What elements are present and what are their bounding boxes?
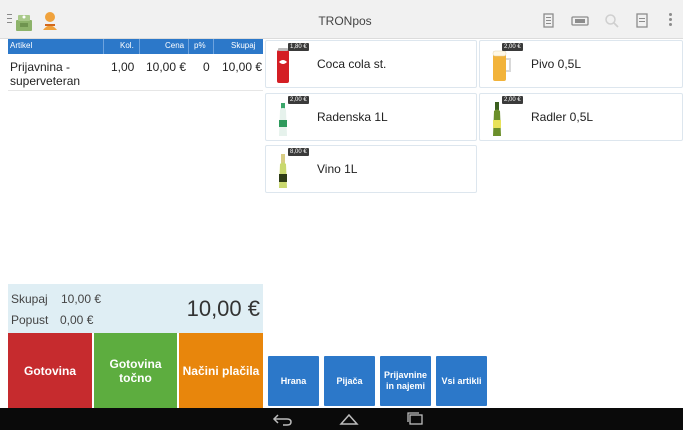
product-name: Radler 0,5L bbox=[531, 110, 594, 124]
app-logo-icon[interactable] bbox=[13, 11, 35, 33]
grand-total: 10,00 € bbox=[186, 296, 260, 321]
price-badge: 8,00 € bbox=[288, 148, 309, 156]
row-price: 10,00 € bbox=[146, 60, 187, 74]
category-pijaca[interactable]: Pijača bbox=[324, 356, 375, 406]
category-vsi-artikli[interactable]: Vsi artikli bbox=[436, 356, 487, 406]
column-header-total: Skupaj bbox=[231, 41, 256, 50]
payment-methods-button[interactable]: Načini plačila bbox=[179, 333, 263, 408]
discount-value: 0,00 € bbox=[60, 313, 94, 327]
overflow-menu-icon[interactable] bbox=[669, 13, 673, 27]
discount-label: Popust bbox=[11, 313, 49, 327]
column-header-discount: p% bbox=[194, 41, 206, 50]
product-name: Coca cola st. bbox=[317, 57, 387, 71]
cash-exact-button[interactable]: Gotovina točno bbox=[94, 333, 177, 408]
radler-bottle-icon bbox=[493, 102, 501, 136]
row-total: 10,00 € bbox=[222, 60, 263, 74]
order-table-header: Artikel Kol. Cena p% Skupaj bbox=[8, 39, 263, 54]
totals-panel: Skupaj 10,00 € Popust 0,00 € 10,00 € bbox=[8, 284, 263, 333]
column-header-qty: Kol. bbox=[120, 41, 134, 50]
column-divider bbox=[139, 39, 140, 54]
column-divider bbox=[213, 39, 214, 54]
recent-apps-icon[interactable] bbox=[405, 412, 425, 426]
product-name: Vino 1L bbox=[317, 162, 358, 176]
row-qty: 1,00 bbox=[111, 60, 135, 74]
user-icon[interactable] bbox=[42, 11, 58, 31]
drawer-grip-icon[interactable] bbox=[7, 14, 12, 25]
document-icon[interactable] bbox=[541, 13, 557, 29]
cola-can-icon bbox=[277, 48, 289, 83]
product-card-vino[interactable]: 8,00 € Vino 1L bbox=[265, 145, 477, 193]
sum-label: Skupaj bbox=[11, 292, 48, 306]
column-divider bbox=[103, 39, 104, 54]
price-badge: 2,00 € bbox=[502, 43, 523, 51]
wine-bottle-icon bbox=[279, 154, 287, 188]
product-card-pivo[interactable]: 2,00 € Pivo 0,5L bbox=[479, 40, 683, 88]
product-card-radenska[interactable]: 2,00 € Radenska 1L bbox=[265, 93, 477, 141]
column-header-item: Artikel bbox=[10, 41, 33, 50]
category-hrana[interactable]: Hrana bbox=[268, 356, 319, 406]
beer-mug-icon bbox=[492, 50, 511, 81]
product-name: Pivo 0,5L bbox=[531, 57, 582, 71]
order-panel: Artikel Kol. Cena p% Skupaj Prijavnina -… bbox=[8, 39, 263, 408]
column-header-price: Cena bbox=[165, 41, 185, 50]
row-discount: 0 bbox=[203, 60, 210, 74]
back-icon[interactable] bbox=[271, 412, 293, 426]
system-nav-bar bbox=[0, 408, 683, 430]
home-icon[interactable] bbox=[338, 412, 360, 426]
price-badge: 2,00 € bbox=[502, 96, 523, 104]
row-item-name: Prijavnina - superveteran bbox=[10, 60, 81, 88]
product-name: Radenska 1L bbox=[317, 110, 388, 124]
product-card-radler[interactable]: 2,00 € Radler 0,5L bbox=[479, 93, 683, 141]
app-title: TRONpos bbox=[318, 14, 372, 28]
water-bottle-icon bbox=[279, 103, 287, 136]
table-row[interactable]: Prijavnina - superveteran 1,00 10,00 € 0… bbox=[8, 55, 263, 91]
product-grid: 1,80 € Coca cola st. 2,00 € Pivo 0,5L 2,… bbox=[263, 39, 683, 408]
search-icon[interactable] bbox=[604, 13, 620, 29]
product-card-coca-cola[interactable]: 1,80 € Coca cola st. bbox=[265, 40, 477, 88]
price-badge: 2,00 € bbox=[288, 96, 309, 104]
cash-drawer-icon[interactable] bbox=[571, 13, 589, 29]
price-badge: 1,80 € bbox=[288, 43, 309, 51]
action-bar: TRONpos bbox=[0, 0, 683, 39]
category-prijavnine[interactable]: Prijavnine in najemi bbox=[380, 356, 431, 406]
receipt-icon[interactable] bbox=[634, 13, 650, 29]
column-divider bbox=[188, 39, 189, 54]
sum-value: 10,00 € bbox=[61, 292, 102, 306]
cash-button[interactable]: Gotovina bbox=[8, 333, 92, 408]
